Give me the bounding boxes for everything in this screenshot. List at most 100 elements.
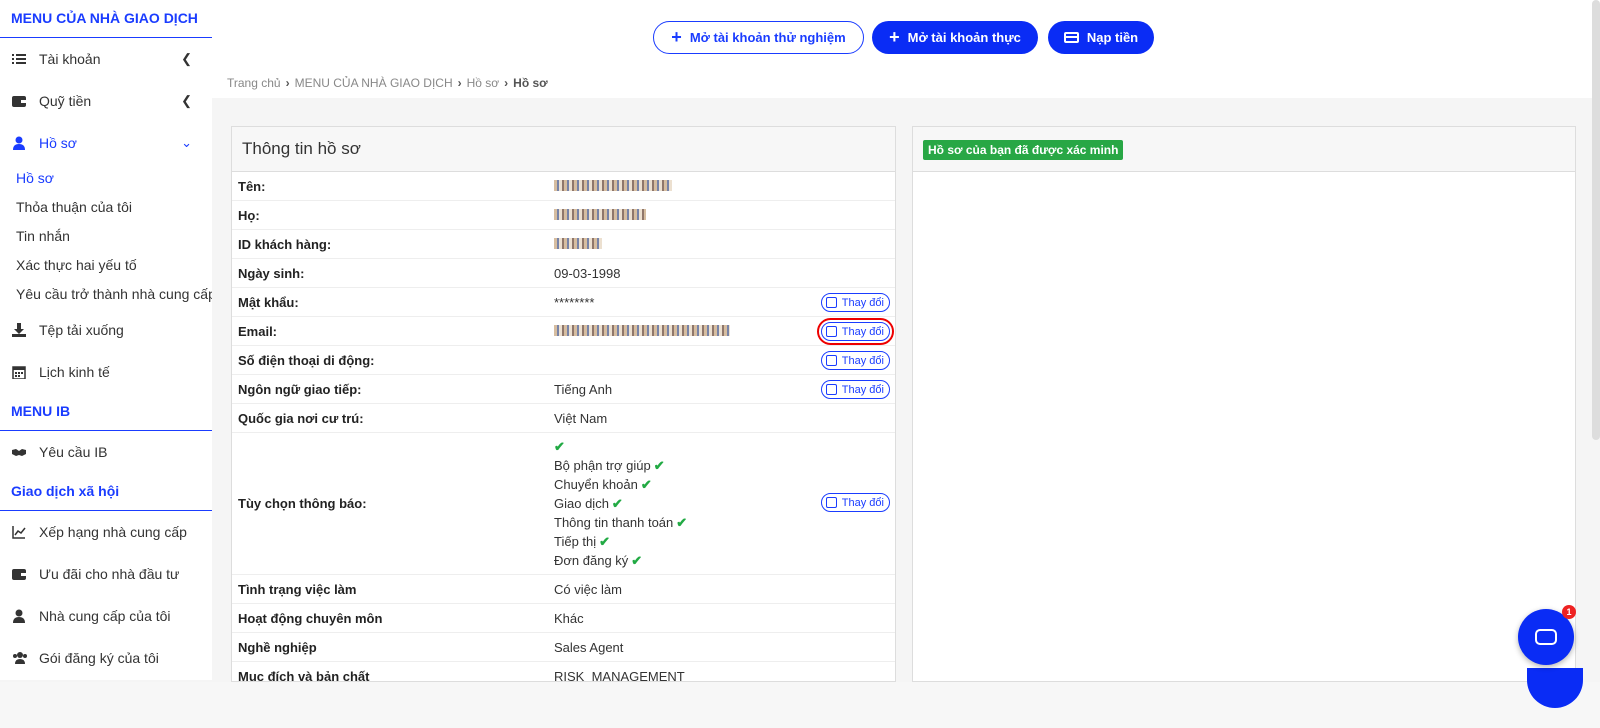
row-country: Quốc gia nơi cư trú: Việt Nam xyxy=(232,404,895,433)
sidebar: MENU CỦA NHÀ GIAO DỊCH Tài khoản ❮ Quỹ t… xyxy=(0,0,212,680)
change-language-button[interactable]: Thay đổi xyxy=(820,380,890,399)
sidebar-item-funds[interactable]: Quỹ tiền ❮ xyxy=(0,80,212,122)
user-icon xyxy=(12,136,26,150)
check-icon: ✔ xyxy=(676,515,688,530)
field-value xyxy=(554,237,895,252)
row-password: Mật khẩu: ******** Thay đổi xyxy=(232,288,895,317)
sidebar-item-label: Nhà cung cấp của tôi xyxy=(39,608,171,624)
calendar-icon xyxy=(12,365,26,380)
sidebar-item-downloads[interactable]: Tệp tải xuống xyxy=(0,309,212,351)
button-label: Thay đổi xyxy=(841,354,884,367)
sidebar-item-accounts[interactable]: Tài khoản ❮ xyxy=(0,38,212,80)
breadcrumb-trader-menu[interactable]: MENU CỦA NHÀ GIAO DỊCH xyxy=(295,76,453,90)
sidebar-item-my-providers[interactable]: Nhà cung cấp của tôi xyxy=(0,595,212,637)
open-demo-account-button[interactable]: + Mở tài khoản thử nghiệm xyxy=(653,21,864,54)
field-label: ID khách hàng: xyxy=(238,236,332,252)
button-label: Mở tài khoản thực xyxy=(907,30,1021,45)
chat-icon xyxy=(1535,629,1557,645)
sidebar-item-investor-offers[interactable]: Ưu đãi cho nhà đầu tư xyxy=(0,553,212,595)
sidebar-item-label: Lịch kinh tế xyxy=(39,364,110,380)
check-icon: ✔ xyxy=(653,458,665,473)
check-icon: ✔ xyxy=(599,534,611,549)
chevron-left-icon: ❮ xyxy=(181,93,192,108)
verification-panel: Hồ sơ của bạn đã được xác minh xyxy=(912,126,1576,682)
field-label: Quốc gia nơi cư trú: xyxy=(238,410,364,426)
field-value: Khác xyxy=(554,610,584,626)
sidebar-section-ib: MENU IB xyxy=(0,393,212,431)
field-label: Tình trạng việc làm xyxy=(238,581,357,597)
wallet-icon xyxy=(12,567,26,581)
scrollbar[interactable] xyxy=(1592,0,1600,440)
user-tie-icon xyxy=(12,609,26,623)
row-mobile-phone: Số điện thoại di động: Thay đổi xyxy=(232,346,895,375)
handshake-icon xyxy=(12,445,26,459)
field-value: Sales Agent xyxy=(554,639,624,655)
field-label: Email: xyxy=(238,323,278,339)
sidebar-item-label: Ưu đãi cho nhà đầu tư xyxy=(39,566,180,582)
button-label: Mở tài khoản thử nghiệm xyxy=(689,30,846,45)
change-phone-button[interactable]: Thay đổi xyxy=(820,351,890,370)
edit-icon xyxy=(825,297,837,308)
breadcrumb-current: Hồ sơ xyxy=(513,76,548,90)
row-birth-date: Ngày sinh: 09-03-1998 xyxy=(232,259,895,288)
sidebar-item-ib-request[interactable]: Yêu cầu IB xyxy=(0,431,212,473)
row-occupation: Nghề nghiệp Sales Agent xyxy=(232,633,895,662)
sidebar-item-profile[interactable]: Hồ sơ ⌄ xyxy=(0,122,212,164)
button-label: Thay đổi xyxy=(841,325,884,338)
row-email: Email: Thay đổi xyxy=(232,317,895,346)
users-icon xyxy=(12,651,27,665)
sidebar-item-provider-ranking[interactable]: Xếp hạng nhà cung cấp xyxy=(0,511,212,553)
breadcrumb-home[interactable]: Trang chủ xyxy=(227,76,281,90)
edit-icon xyxy=(825,355,837,366)
redacted-value xyxy=(554,324,730,336)
change-password-button[interactable]: Thay đổi xyxy=(820,293,890,312)
chat-button[interactable]: 1 xyxy=(1518,605,1576,665)
field-label: Họ: xyxy=(238,207,260,223)
sidebar-item-my-subscriptions[interactable]: Gói đăng ký của tôi xyxy=(0,637,212,679)
sidebar-section-social: Giao dịch xã hội xyxy=(0,473,212,511)
sidebar-subitem-messages[interactable]: Tin nhắn xyxy=(0,222,212,251)
sidebar-item-label: Xếp hạng nhà cung cấp xyxy=(39,524,187,540)
row-last-name: Họ: xyxy=(232,201,895,230)
button-label: Nạp tiền xyxy=(1086,30,1139,45)
field-value: 09-03-1998 xyxy=(554,265,621,281)
profile-info-panel: Thông tin hồ sơ Tên: Họ: ID khách hàng: … xyxy=(231,126,896,682)
sidebar-item-label: Tệp tải xuống xyxy=(39,322,124,338)
wallet-icon xyxy=(12,94,26,108)
check-icon: ✔ xyxy=(631,553,643,568)
field-label: Ngôn ngữ giao tiếp: xyxy=(238,381,362,397)
open-real-account-button[interactable]: + Mở tài khoản thực xyxy=(872,21,1038,54)
deposit-button[interactable]: Nạp tiền xyxy=(1048,21,1154,54)
notification-item: Thông tin thanh toán ✔ xyxy=(554,515,688,530)
field-value xyxy=(554,208,895,223)
field-label: Tùy chọn thông báo: xyxy=(238,496,367,511)
sidebar-subitem-profile[interactable]: Hồ sơ xyxy=(0,164,212,193)
chevron-down-icon: ⌄ xyxy=(181,135,192,150)
edit-icon xyxy=(825,384,837,395)
sidebar-subitem-provider-request[interactable]: Yêu cầu trở thành nhà cung cấp xyxy=(0,280,212,309)
verified-badge: Hồ sơ của bạn đã được xác minh xyxy=(923,140,1124,160)
row-professional-activity: Hoạt động chuyên môn Khác xyxy=(232,604,895,633)
redacted-value xyxy=(554,179,672,191)
page-footer-background xyxy=(0,682,1600,728)
change-notifications-button[interactable]: Thay đổi xyxy=(820,493,890,512)
breadcrumb-profile[interactable]: Hồ sơ xyxy=(467,76,500,90)
list-icon xyxy=(12,52,26,66)
change-email-button[interactable]: Thay đổi xyxy=(816,318,895,345)
sidebar-item-calendar[interactable]: Lịch kinh tế xyxy=(0,351,212,393)
plus-icon: + xyxy=(889,27,900,47)
redacted-value xyxy=(554,208,646,220)
edit-icon xyxy=(825,497,837,508)
sidebar-subitem-2fa[interactable]: Xác thực hai yếu tố xyxy=(0,251,212,280)
verification-header: Hồ sơ của bạn đã được xác minh xyxy=(913,127,1575,172)
field-label: Mục đích và bản chất xyxy=(238,668,370,682)
chat-badge: 1 xyxy=(1562,605,1576,619)
notification-item: Tiếp thị ✔ xyxy=(554,534,611,549)
check-icon: ✔ xyxy=(611,496,623,511)
field-value: Việt Nam xyxy=(554,410,608,426)
sidebar-subitem-agreements[interactable]: Thỏa thuận của tôi xyxy=(0,193,212,222)
panel-title: Thông tin hồ sơ xyxy=(232,127,895,172)
field-value: Có việc làm xyxy=(554,581,622,597)
field-label: Hoạt động chuyên môn xyxy=(238,610,383,626)
row-notification-options: Tùy chọn thông báo: ✔ Bộ phận trợ giúp ✔ … xyxy=(232,433,895,575)
